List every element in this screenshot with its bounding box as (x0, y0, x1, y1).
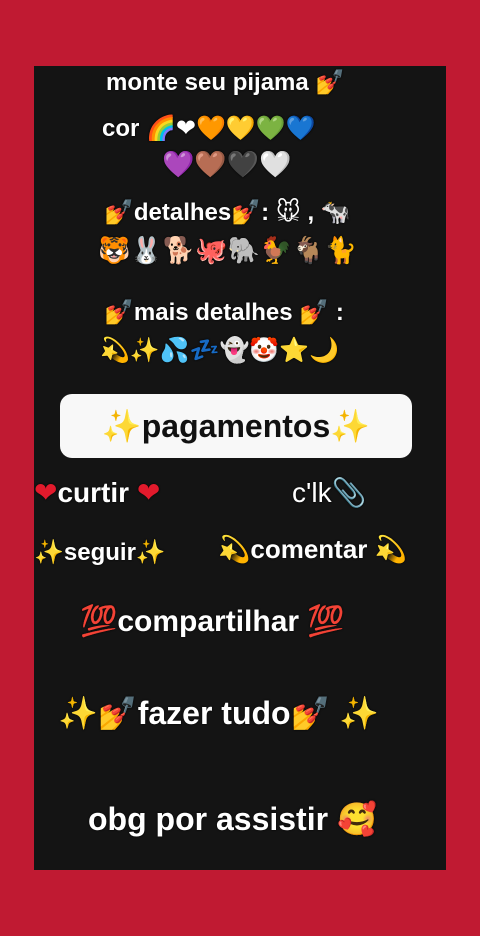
color-options-row-2: 💜🤎🖤🤍 (162, 150, 292, 180)
content-panel (34, 66, 446, 870)
thanks-text: obg por assistir 🥰 (88, 801, 377, 837)
more-details-row-1: 💅mais detalhes 💅 : (104, 299, 344, 326)
color-options-row-1: cor 🌈❤🧡💛💚💙 (102, 115, 316, 142)
do-everything-text: ✨💅fazer tudo💅 ✨ (58, 695, 380, 731)
payments-banner[interactable]: ✨pagamentos✨ (60, 394, 412, 458)
clk-text: c'lk📎 (292, 477, 367, 508)
follow-action[interactable]: ✨seguir✨ (34, 538, 166, 567)
heart-icon: ❤ (34, 477, 58, 508)
payments-label: ✨pagamentos✨ (101, 408, 371, 444)
like-action[interactable]: ❤curtir ❤ (34, 476, 160, 509)
details-animals-row: 🐯🐰🐕🐙🐘🐓🐐🐈 (98, 236, 357, 266)
like-label: curtir (57, 477, 130, 508)
details-row-1: 💅detalhes💅: 🐭 , 🐄 (104, 199, 351, 226)
more-details-icons-row: 💫✨💦💤👻🤡⭐🌙 (100, 336, 340, 364)
title-text: monte seu pijama 💅 (106, 69, 346, 96)
comment-action[interactable]: 💫comentar 💫 (218, 534, 407, 565)
heart-icon: ❤ (136, 477, 161, 508)
share-action[interactable]: 💯compartilhar 💯 (80, 604, 345, 639)
